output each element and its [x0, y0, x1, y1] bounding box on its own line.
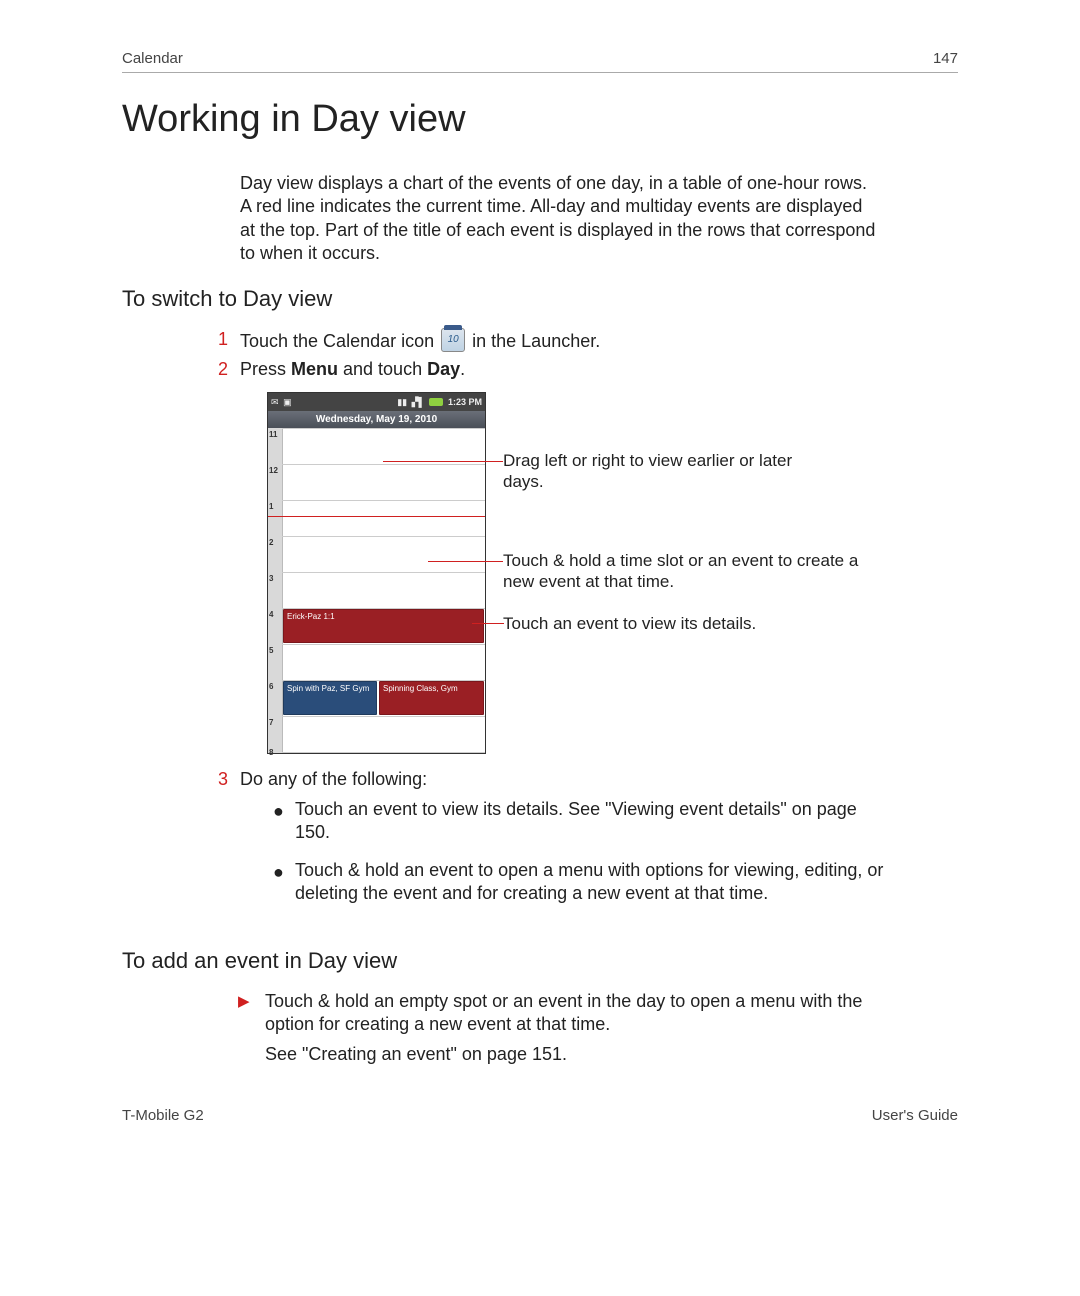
step-number: 2 [218, 358, 228, 381]
current-time-line [268, 516, 485, 517]
signal-icon: ▞▌ [412, 397, 425, 407]
day-view-screenshot: ✉ ▣ ▮▮ ▞▌ 1:23 PM Wednesday, May 19, 201… [267, 392, 486, 754]
hour-label: 11 [269, 430, 277, 439]
bullet-item: ● Touch an event to view its details. Se… [295, 798, 895, 845]
bullet-text: Touch & hold an event to open a menu wit… [295, 860, 883, 903]
bullet-item: ● Touch & hold an event to open a menu w… [295, 859, 895, 906]
step3-bullets: ● Touch an event to view its details. Se… [295, 798, 895, 920]
step2-pre: Press [240, 359, 291, 379]
callout-hold-slot: Touch & hold a time slot or an event to … [503, 550, 863, 593]
hour-label: 1 [269, 502, 273, 511]
add-event-step: ▶ Touch & hold an empty spot or an event… [265, 990, 895, 1066]
sync-icon: ▣ [283, 397, 292, 407]
hour-label: 12 [269, 466, 278, 475]
hour-column: 11 12 1 2 3 4 5 6 7 8 [268, 428, 283, 753]
page-header-section: Calendar [122, 50, 183, 67]
intro-paragraph: Day view displays a chart of the events … [240, 172, 880, 266]
menu-label: Menu [291, 359, 338, 379]
battery-icon [429, 398, 443, 406]
step-number: 3 [218, 768, 228, 791]
step1-text-pre: Touch the Calendar icon [240, 331, 439, 351]
step1-text-post: in the Launcher. [472, 331, 600, 351]
page-number: 147 [933, 50, 958, 67]
step-3: 3 Do any of the following: [240, 768, 880, 791]
step3-text: Do any of the following: [240, 769, 427, 789]
hour-label: 6 [269, 682, 273, 691]
step-1: 1 Touch the Calendar icon 10 in the Laun… [240, 328, 880, 353]
calendar-icon: 10 [441, 328, 465, 352]
event-spin[interactable]: Spin with Paz, SF Gym [283, 681, 377, 715]
day-label: Day [427, 359, 460, 379]
mail-icon: ✉ [271, 397, 279, 407]
event-spinning[interactable]: Spinning Class, Gym [379, 681, 484, 715]
step2-mid: and touch [338, 359, 427, 379]
add-event-ref: See "Creating an event" on page 151. [265, 1043, 895, 1066]
add-event-text: Touch & hold an empty spot or an event i… [265, 990, 895, 1037]
callout-line-1 [383, 461, 503, 462]
bullet-text: Touch an event to view its details. See … [295, 799, 857, 842]
hour-label: 4 [269, 610, 273, 619]
day-grid[interactable]: 11 12 1 2 3 4 5 6 7 8 Erick-Paz 1:1 [268, 428, 485, 753]
hour-label: 8 [269, 748, 273, 757]
callout-touch-event: Touch an event to view its details. [503, 613, 863, 634]
triangle-bullet-icon: ▶ [238, 992, 250, 1012]
step2-post: . [460, 359, 465, 379]
hour-label: 3 [269, 574, 273, 583]
page-title: Working in Day view [122, 98, 466, 141]
callout-line-3 [472, 623, 504, 624]
hour-label: 7 [269, 718, 273, 727]
status-time: 1:23 PM [448, 397, 482, 407]
footer-guide: User's Guide [872, 1107, 958, 1124]
event-erick[interactable]: Erick-Paz 1:1 [283, 609, 484, 643]
subheading-add-event: To add an event in Day view [122, 948, 397, 974]
step-2: 2 Press Menu and touch Day. [240, 358, 880, 381]
footer-device: T-Mobile G2 [122, 1107, 204, 1124]
status-icons-left: ✉ ▣ [271, 397, 294, 408]
status-bar: ✉ ▣ ▮▮ ▞▌ 1:23 PM [268, 393, 485, 411]
bullet-dot-icon: ● [273, 861, 284, 884]
header-rule [122, 72, 958, 73]
network-icon: ▮▮ [397, 397, 407, 407]
hour-label: 2 [269, 538, 273, 547]
status-icons-right: ▮▮ ▞▌ 1:23 PM [395, 397, 482, 408]
callout-line-2 [428, 561, 503, 562]
callout-drag: Drag left or right to view earlier or la… [503, 450, 833, 493]
date-header: Wednesday, May 19, 2010 [268, 411, 485, 428]
subheading-switch: To switch to Day view [122, 286, 332, 312]
hour-label: 5 [269, 646, 273, 655]
bullet-dot-icon: ● [273, 800, 284, 823]
step-number: 1 [218, 328, 228, 351]
